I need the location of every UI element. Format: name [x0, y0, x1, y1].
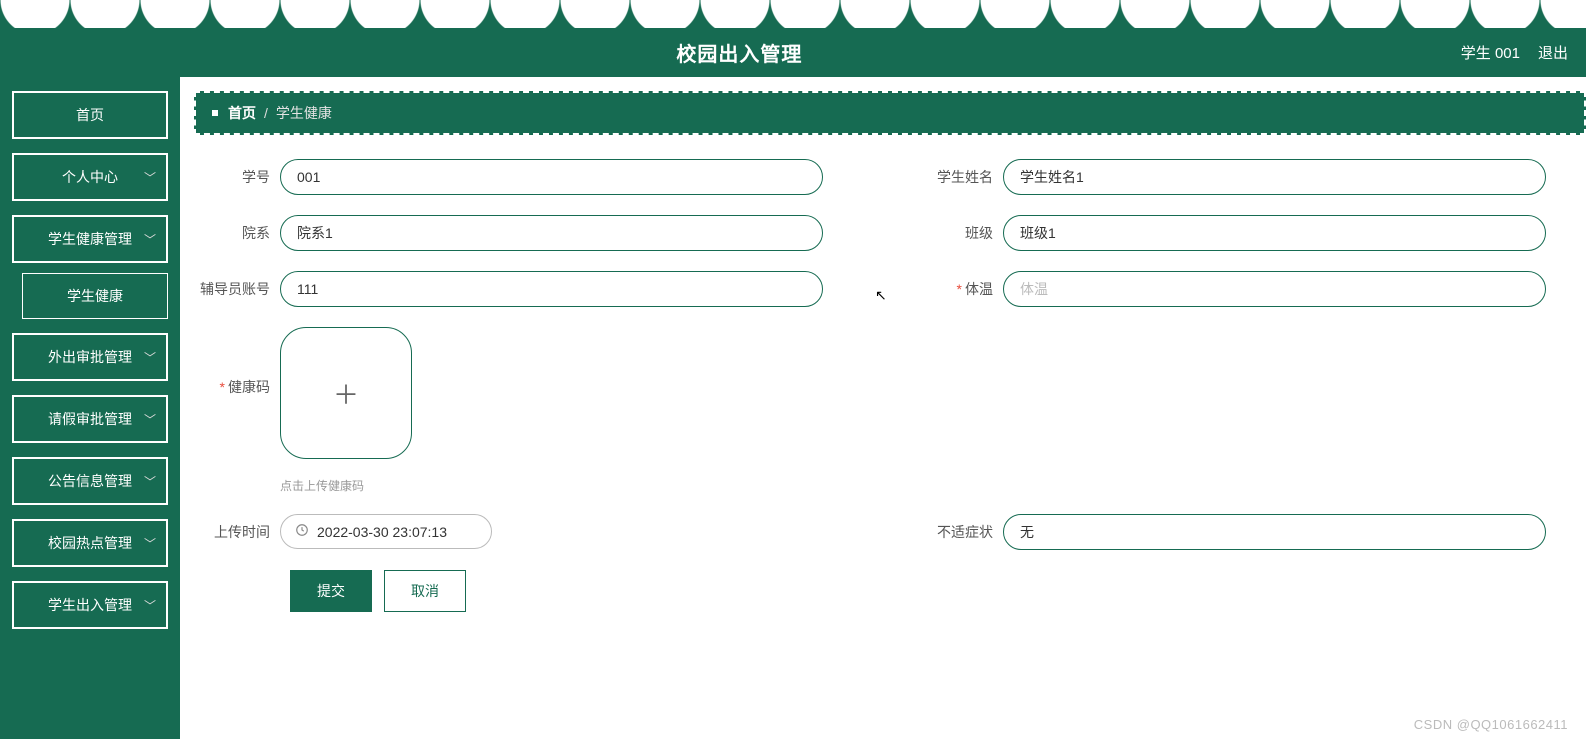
chevron-down-icon: ﹀	[144, 535, 156, 552]
sidebar-item-label: 公告信息管理	[48, 471, 132, 491]
breadcrumb-home[interactable]: 首页	[228, 103, 256, 123]
faculty-field[interactable]	[280, 215, 823, 251]
chevron-down-icon: ﹀	[144, 411, 156, 428]
chevron-down-icon: ﹀	[144, 473, 156, 490]
form-row-upload-time: 上传时间	[200, 514, 823, 550]
symptoms-field[interactable]	[1003, 514, 1546, 550]
health-code-upload[interactable]: ＋	[280, 327, 412, 459]
upload-time-field[interactable]	[317, 524, 477, 540]
sidebar-item-label: 校园热点管理	[48, 533, 132, 553]
chevron-down-icon: ﹀	[144, 169, 156, 186]
sidebar-item-label: 个人中心	[62, 167, 118, 187]
student-name-field[interactable]	[1003, 159, 1546, 195]
sidebar-item-personal-center[interactable]: 个人中心 ﹀	[12, 153, 168, 201]
clock-icon	[295, 523, 309, 540]
sidebar-item-notice-manage[interactable]: 公告信息管理 ﹀	[12, 457, 168, 505]
class-field[interactable]	[1003, 215, 1546, 251]
cancel-button[interactable]: 取消	[384, 570, 466, 612]
label-health-code: *健康码	[200, 327, 280, 397]
sidebar-item-label: 学生出入管理	[48, 595, 132, 615]
chevron-down-icon: ﹀	[144, 231, 156, 248]
student-id-field[interactable]	[280, 159, 823, 195]
form-row-symptoms: 不适症状	[923, 514, 1546, 550]
sidebar-item-home[interactable]: 首页	[12, 91, 168, 139]
breadcrumb-sep: /	[264, 105, 268, 121]
chevron-down-icon: ﹀	[144, 597, 156, 614]
form-row-class: 班级	[923, 215, 1546, 251]
form-row-student-id: 学号	[200, 159, 823, 195]
form-row-faculty: 院系	[200, 215, 823, 251]
label-student-id: 学号	[200, 159, 280, 187]
counselor-field[interactable]	[280, 271, 823, 307]
form-row-counselor: 辅导员账号	[200, 271, 823, 307]
logout-link[interactable]: 退出	[1538, 42, 1568, 63]
breadcrumb-dot	[212, 110, 218, 116]
sidebar-subitem-student-health[interactable]: 学生健康	[22, 273, 168, 319]
sidebar-item-inout-manage[interactable]: 学生出入管理 ﹀	[12, 581, 168, 629]
temperature-field[interactable]	[1003, 271, 1546, 307]
form-row-health-code: *健康码 ＋ 点击上传健康码	[200, 327, 1546, 494]
sidebar-item-label: 学生健康	[67, 288, 123, 304]
watermark-text: CSDN @QQ1061662411	[1414, 717, 1568, 732]
label-class: 班级	[923, 215, 1003, 243]
sidebar: 首页 个人中心 ﹀ 学生健康管理 ﹀ 学生健康 外出审批管理 ﹀ 请假审批管理 …	[0, 77, 180, 739]
sidebar-item-label: 学生健康管理	[48, 229, 132, 249]
sidebar-item-label: 外出审批管理	[48, 347, 132, 367]
upload-time-picker[interactable]	[280, 514, 492, 549]
label-faculty: 院系	[200, 215, 280, 243]
form-row-temperature: *体温	[923, 271, 1546, 307]
top-scallop-decoration	[0, 0, 1586, 28]
student-health-form: 学号 学生姓名 院系 班级 辅导员账号 *体温	[180, 159, 1586, 612]
app-title: 校园出入管理	[18, 38, 1461, 67]
label-counselor: 辅导员账号	[200, 271, 280, 299]
chevron-down-icon: ﹀	[144, 349, 156, 366]
form-actions: 提交 取消	[200, 570, 1546, 612]
label-upload-time: 上传时间	[200, 514, 280, 542]
submit-button[interactable]: 提交	[290, 570, 372, 612]
label-student-name: 学生姓名	[923, 159, 1003, 187]
upload-hint: 点击上传健康码	[280, 477, 412, 494]
label-temperature: *体温	[923, 271, 1003, 299]
top-bar: 校园出入管理 学生 001 退出	[0, 28, 1586, 77]
breadcrumb-current: 学生健康	[276, 103, 332, 123]
form-row-student-name: 学生姓名	[923, 159, 1546, 195]
sidebar-item-label: 首页	[76, 105, 104, 125]
main-content: 首页 / 学生健康 学号 学生姓名 院系 班级 辅导员账号	[180, 77, 1586, 739]
current-user[interactable]: 学生 001	[1461, 42, 1520, 63]
sidebar-item-label: 请假审批管理	[48, 409, 132, 429]
sidebar-item-leave-approval[interactable]: 请假审批管理 ﹀	[12, 395, 168, 443]
sidebar-item-hotspot-manage[interactable]: 校园热点管理 ﹀	[12, 519, 168, 567]
sidebar-item-out-approval[interactable]: 外出审批管理 ﹀	[12, 333, 168, 381]
plus-icon: ＋	[333, 375, 359, 412]
sidebar-item-health-manage[interactable]: 学生健康管理 ﹀	[12, 215, 168, 263]
breadcrumb: 首页 / 学生健康	[194, 91, 1586, 135]
label-symptoms: 不适症状	[923, 514, 1003, 542]
